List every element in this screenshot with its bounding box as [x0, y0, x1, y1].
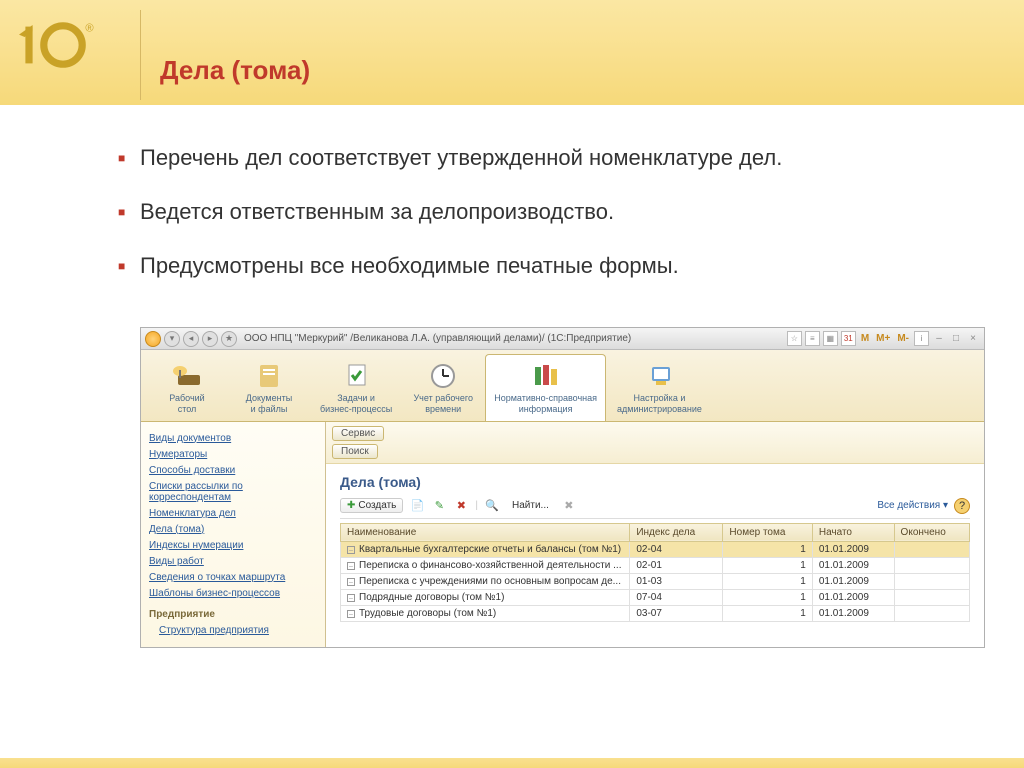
toolbar: Создать 📄 ✎ ✖ | 🔍 Найти... ✖ Все действи…: [340, 498, 970, 519]
tab-label: Нормативно-справочнаяинформация: [494, 393, 597, 415]
column-header[interactable]: Индекс дела: [630, 523, 723, 541]
tab-label: Учет рабочеговремени: [412, 393, 474, 415]
sidebar-link[interactable]: Виды работ: [149, 556, 317, 567]
table-row[interactable]: –Переписка о финансово-хозяйственной дея…: [341, 557, 970, 573]
tab-label: Документыи файлы: [238, 393, 300, 415]
column-header[interactable]: Номер тома: [723, 523, 812, 541]
clear-icon[interactable]: ✖: [561, 498, 577, 514]
search-icon[interactable]: 🔍: [484, 498, 500, 514]
dropdown-icon[interactable]: ▾: [164, 331, 180, 347]
titlebar: ▾ ◂ ▸ ★ ООО НПЦ "Меркурий" /Великанова Л…: [141, 328, 984, 350]
m-plus-button[interactable]: M+: [874, 333, 892, 344]
footer-stripe: [0, 758, 1024, 768]
search-button[interactable]: Поиск: [332, 444, 378, 459]
bullet-list: Перечень дел соответствует утвержденной …: [0, 105, 1024, 327]
sidebar-link[interactable]: Шаблоны бизнес-процессов: [149, 588, 317, 599]
app-menu-icon[interactable]: [145, 331, 161, 347]
header-divider: [140, 10, 141, 100]
maximize-icon[interactable]: □: [949, 332, 963, 346]
edit-icon[interactable]: ✎: [431, 498, 447, 514]
tab-reference[interactable]: Нормативно-справочнаяинформация: [485, 354, 606, 421]
bullet-item: Перечень дел соответствует утвержденной …: [140, 145, 994, 171]
create-button[interactable]: Создать: [340, 498, 403, 513]
sidebar-group: Предприятие: [149, 609, 317, 620]
history-icon[interactable]: ≡: [805, 331, 820, 346]
back-icon[interactable]: ◂: [183, 331, 199, 347]
data-grid: Наименование Индекс дела Номер тома Нача…: [340, 523, 970, 622]
service-bar: Сервис Поиск: [326, 422, 984, 464]
slide-title: Дела (тома): [160, 55, 310, 86]
tab-tasks[interactable]: Задачи ибизнес-процессы: [311, 354, 401, 421]
row-icon: –: [347, 578, 355, 586]
all-actions-button[interactable]: Все действия ▾: [877, 500, 948, 511]
tab-label: Рабочийстол: [156, 393, 218, 415]
row-icon: –: [347, 594, 355, 602]
tab-documents[interactable]: Документыи файлы: [229, 354, 309, 421]
sidebar-link[interactable]: Виды документов: [149, 433, 317, 444]
minimize-icon[interactable]: –: [932, 332, 946, 346]
calc-icon[interactable]: ▦: [823, 331, 838, 346]
tab-label: Задачи ибизнес-процессы: [320, 393, 392, 415]
sidebar-link[interactable]: Индексы нумерации: [149, 540, 317, 551]
service-button[interactable]: Сервис: [332, 426, 384, 441]
svg-text:®: ®: [85, 22, 94, 34]
sidebar-link[interactable]: Номенклатура дел: [149, 508, 317, 519]
table-row[interactable]: –Подрядные договоры (том №1) 07-04101.01…: [341, 589, 970, 605]
tab-desktop[interactable]: Рабочийстол: [147, 354, 227, 421]
panel-title: Дела (тома): [340, 474, 970, 490]
favorite-icon[interactable]: ☆: [787, 331, 802, 346]
table-row[interactable]: –Трудовые договоры (том №1) 03-07101.01.…: [341, 605, 970, 621]
calendar-icon[interactable]: 31: [841, 331, 856, 346]
copy-icon[interactable]: 📄: [409, 498, 425, 514]
column-header[interactable]: Окончено: [894, 523, 969, 541]
delete-icon[interactable]: ✖: [453, 498, 469, 514]
sidebar-link[interactable]: Структура предприятия: [149, 625, 317, 636]
tab-label: Настройка иадминистрирование: [617, 393, 702, 415]
m-button[interactable]: M: [859, 333, 871, 344]
sidebar-link[interactable]: Нумераторы: [149, 449, 317, 460]
logo-1c: ®: [15, 15, 95, 80]
tab-time[interactable]: Учет рабочеговремени: [403, 354, 483, 421]
info-icon[interactable]: i: [914, 331, 929, 346]
bullet-item: Ведется ответственным за делопроизводств…: [140, 199, 994, 225]
forward-icon[interactable]: ▸: [202, 331, 218, 347]
sidebar-link[interactable]: Списки рассылки по корреспондентам: [149, 481, 317, 503]
row-icon: –: [347, 546, 355, 554]
slide-header: ® Дела (тома): [0, 0, 1024, 105]
m-minus-button[interactable]: M-: [895, 333, 911, 344]
sidebar-link[interactable]: Сведения о точках маршрута: [149, 572, 317, 583]
tab-admin[interactable]: Настройка иадминистрирование: [608, 354, 711, 421]
app-screenshot: ▾ ◂ ▸ ★ ООО НПЦ "Меркурий" /Великанова Л…: [140, 327, 985, 648]
sidebar-link[interactable]: Дела (тома): [149, 524, 317, 535]
column-header[interactable]: Наименование: [341, 523, 630, 541]
sidebar-link[interactable]: Способы доставки: [149, 465, 317, 476]
star-icon[interactable]: ★: [221, 331, 237, 347]
row-icon: –: [347, 562, 355, 570]
table-row[interactable]: –Переписка с учреждениями по основным во…: [341, 573, 970, 589]
help-icon[interactable]: ?: [954, 498, 970, 514]
row-icon: –: [347, 610, 355, 618]
column-header[interactable]: Начато: [812, 523, 894, 541]
find-button[interactable]: Найти...: [506, 499, 555, 512]
sidebar: Виды документов Нумераторы Способы доста…: [141, 422, 326, 647]
close-icon[interactable]: ×: [966, 332, 980, 346]
section-tabs: Рабочийстол Документыи файлы Задачи ибиз…: [141, 350, 984, 422]
window-title: ООО НПЦ "Меркурий" /Великанова Л.А. (упр…: [240, 333, 787, 344]
bullet-item: Предусмотрены все необходимые печатные ф…: [140, 253, 994, 279]
table-row[interactable]: –Квартальные бухгалтерские отчеты и бала…: [341, 541, 970, 557]
